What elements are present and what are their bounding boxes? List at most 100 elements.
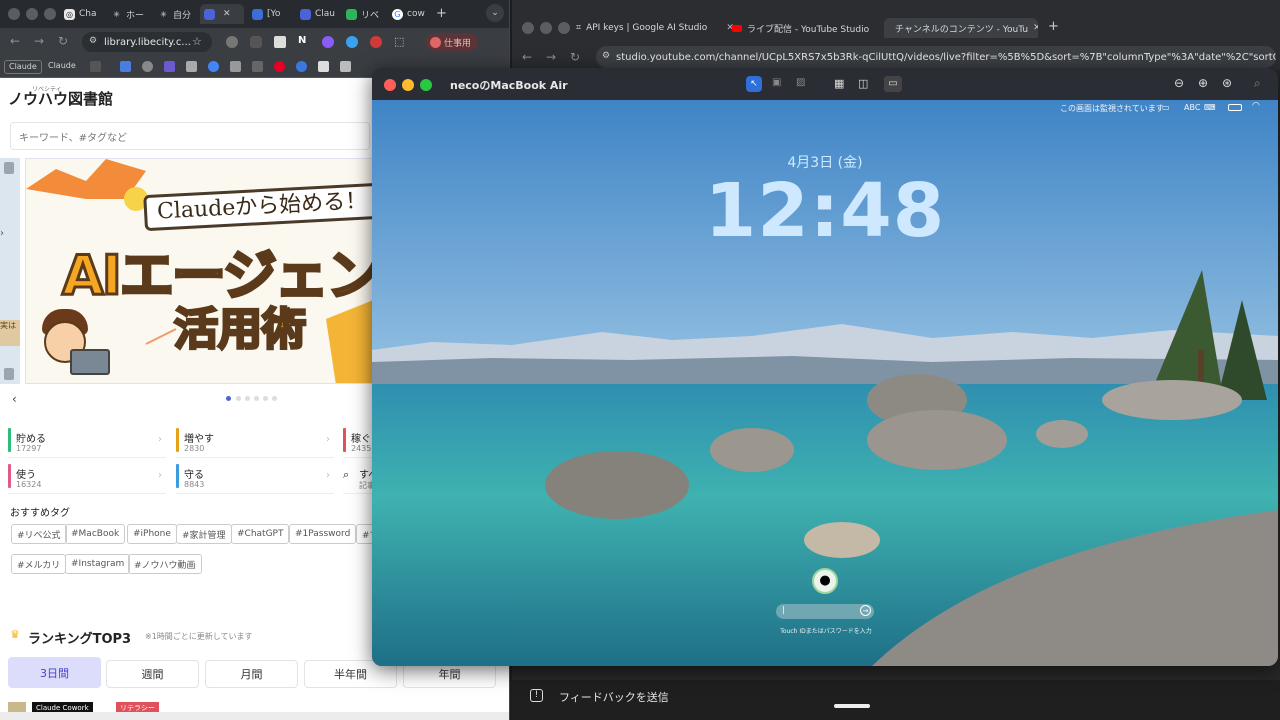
zoom-window-button[interactable] (44, 8, 56, 20)
grid-view-icon[interactable]: ▦ (834, 77, 844, 90)
horizontal-scrollbar[interactable] (0, 712, 509, 720)
feedback-link[interactable]: フィードバックを送信 (559, 689, 669, 705)
feedback-icon[interactable]: ! (530, 689, 543, 702)
tag-chip[interactable]: #ノウハウ動画 (128, 554, 202, 574)
bookmark-icon[interactable] (164, 61, 175, 72)
zoom-in-icon[interactable]: ⊕ (1198, 76, 1208, 90)
shared-clipboard-icon[interactable]: ▨ (796, 77, 805, 88)
new-tab-button[interactable]: + (1048, 19, 1059, 34)
reload-icon[interactable]: ↻ (58, 34, 68, 48)
ranking-tab-week[interactable]: 週間 (106, 660, 199, 688)
notion-icon[interactable] (318, 61, 329, 72)
password-field[interactable]: | → (776, 604, 874, 619)
carousel-dot[interactable] (245, 396, 250, 401)
tag-chip[interactable]: #メルカリ (11, 554, 67, 574)
tab-chatgpt[interactable]: ◎ Cha (60, 4, 101, 24)
close-tab-icon[interactable]: ✕ (1033, 23, 1038, 33)
extension-icon[interactable] (322, 36, 334, 48)
tab-channel-content[interactable]: チャンネルのコンテンツ - YouTu ✕ (884, 18, 1038, 38)
category-grow[interactable]: 増やす 2830 › (176, 424, 334, 458)
bookmark-icon[interactable] (230, 61, 241, 72)
extension-icon[interactable] (346, 36, 358, 48)
close-window-button[interactable] (384, 79, 396, 91)
extension-icon[interactable] (274, 36, 286, 48)
tab-youtube-live[interactable]: ライブ配信 - YouTube Studio✕ (726, 18, 898, 38)
bookmark-icon[interactable] (120, 61, 131, 72)
split-view-icon[interactable]: ◫ (858, 77, 868, 90)
site-info-icon[interactable]: ⚙ (89, 36, 97, 46)
carousel-dot[interactable] (254, 396, 259, 401)
user-avatar[interactable]: ● (812, 568, 838, 594)
site-info-icon[interactable]: ⚙ (602, 51, 610, 61)
tab-libecity[interactable]: リベ (342, 4, 383, 24)
tag-chip[interactable]: #Instagram (65, 554, 131, 574)
tag-chip[interactable]: #MacBook (65, 524, 126, 544)
slide-control-icon[interactable] (4, 368, 14, 380)
minimize-window-button[interactable] (26, 8, 38, 20)
carousel-prev-icon[interactable]: ‹ (12, 392, 17, 406)
carousel-dot[interactable] (263, 396, 268, 401)
extension-icon[interactable] (250, 36, 262, 48)
bookmark-claude[interactable]: Claude (4, 60, 42, 74)
minimize-window-button[interactable] (402, 79, 414, 91)
bookmark-icon[interactable] (340, 61, 351, 72)
apps-grid-icon[interactable] (90, 61, 101, 72)
forward-icon[interactable]: → (546, 50, 556, 64)
tag-chip[interactable]: #ChatGPT (231, 524, 290, 544)
search-input[interactable]: キーワード、#タグなど (10, 122, 370, 150)
extension-icon[interactable] (370, 36, 382, 48)
close-window-button[interactable] (522, 22, 534, 34)
carousel-dot[interactable] (236, 396, 241, 401)
profile-button[interactable]: 仕事用 (426, 33, 478, 51)
carousel-dot[interactable] (272, 396, 277, 401)
bookmark-icon[interactable] (208, 61, 219, 72)
slide-control-icon[interactable] (4, 162, 14, 174)
tab-search-button[interactable]: ⌄ (486, 4, 504, 22)
tab-home[interactable]: ✳ ホー (107, 4, 148, 24)
reload-icon[interactable]: ↻ (570, 50, 580, 64)
submit-arrow-icon[interactable]: → (860, 605, 871, 616)
tag-chip[interactable]: #家計管理 (176, 524, 232, 544)
control-mode-icon[interactable]: ↖ (746, 76, 762, 92)
bookmark-icon[interactable] (186, 61, 197, 72)
extensions-puzzle-icon[interactable]: ⬚ (394, 35, 404, 48)
forward-icon[interactable]: → (34, 34, 44, 48)
back-icon[interactable]: ← (10, 34, 20, 48)
site-logo[interactable]: ノウハウ図書館 (8, 88, 113, 109)
tag-chip[interactable]: #リベ公式 (11, 524, 67, 544)
tab-self[interactable]: ✳ 自分 (154, 4, 195, 24)
notion-icon[interactable]: N (298, 35, 306, 46)
carousel-dot-active[interactable] (226, 396, 231, 401)
zoom-out-icon[interactable]: ⊖ (1174, 76, 1184, 90)
bookmark-star-icon[interactable]: ☆ (192, 35, 202, 48)
zoom-window-button[interactable] (558, 22, 570, 34)
ranking-tab-3days[interactable]: 3日間 (8, 657, 101, 688)
bookmark-claude[interactable]: Claude (44, 60, 80, 74)
ranking-tab-month[interactable]: 月間 (205, 660, 298, 688)
tab-google-ai-studio[interactable]: ⌗ API keys | Google AI Studio ✕ (570, 18, 740, 38)
close-window-button[interactable] (8, 8, 20, 20)
close-tab-icon[interactable]: ✕ (223, 9, 231, 19)
tag-chip[interactable]: #1Password (289, 524, 357, 544)
search-icon[interactable]: ⌕ (1254, 76, 1261, 91)
new-tab-button[interactable]: + (436, 6, 447, 21)
tab-claude-doc[interactable]: Clau (296, 4, 339, 24)
screenshot-icon[interactable]: ▣ (772, 77, 781, 88)
chevron-left-icon[interactable]: › (0, 228, 4, 239)
bookmark-icon[interactable] (142, 61, 153, 72)
bookmark-icon[interactable] (252, 61, 263, 72)
article-banner[interactable]: Claudeから始める！ AIエージェン 活用術 (25, 158, 375, 384)
fit-screen-icon[interactable]: ▭ (884, 76, 902, 92)
input-source-indicator[interactable]: ABC (1184, 103, 1200, 112)
category-save[interactable]: 貯める 17297 › (8, 424, 166, 458)
minimize-window-button[interactable] (540, 22, 552, 34)
zoom-window-button[interactable] (420, 79, 432, 91)
tab-active-doc[interactable]: ✕ (200, 4, 244, 24)
bookmark-icon[interactable] (296, 61, 307, 72)
tag-chip[interactable]: #iPhone (127, 524, 177, 544)
back-icon[interactable]: ← (522, 50, 532, 64)
extension-icon[interactable] (226, 36, 238, 48)
category-spend[interactable]: 使う 16324 › (8, 460, 166, 494)
tab-google[interactable]: Gcow (388, 4, 429, 24)
category-protect[interactable]: 守る 8843 › (176, 460, 334, 494)
